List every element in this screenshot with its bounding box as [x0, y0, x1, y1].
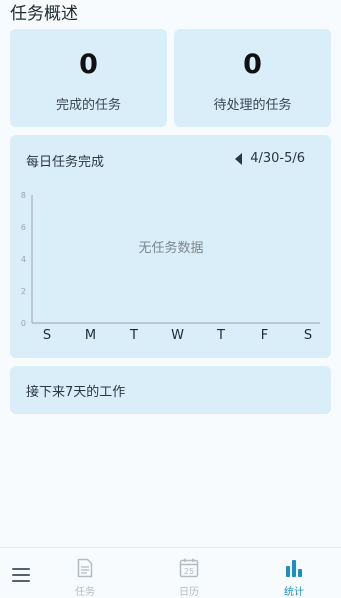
y-tick-label: 6 — [21, 223, 26, 232]
tab-tasks[interactable]: 任务 — [60, 558, 110, 598]
pending-tasks-count: 0 — [243, 49, 262, 80]
bar-chart-icon — [286, 560, 302, 577]
tab-statistics-label: 统计 — [284, 587, 304, 598]
page-title: 任务概述 — [10, 4, 78, 24]
menu-icon[interactable] — [12, 568, 30, 582]
y-tick-label: 4 — [21, 255, 26, 264]
daily-completion-chart: 0 2 4 6 8 S M T W T F S 无任务数据 — [21, 191, 320, 343]
y-axis-ticks: 0 2 4 6 8 — [21, 191, 26, 328]
x-tick-label: T — [129, 328, 138, 343]
next-7-days-card[interactable]: 接下来7天的工作 — [10, 366, 331, 414]
x-tick-label: S — [304, 328, 312, 343]
x-tick-label: T — [216, 328, 225, 343]
x-tick-label: W — [171, 328, 184, 343]
tab-calendar-label: 日历 — [179, 587, 199, 598]
completed-tasks-count: 0 — [79, 49, 98, 80]
bottom-navigation: 任务 25 日历 统计 — [0, 547, 341, 598]
calendar-icon: 25 — [179, 558, 199, 578]
document-icon — [77, 558, 93, 578]
x-tick-label: S — [43, 328, 51, 343]
calendar-day-number: 25 — [184, 567, 194, 576]
statistics-screen: 任务概述 0 完成的任务 0 待处理的任务 每日任务完成 4/30-5/6 02… — [0, 0, 341, 598]
tab-tasks-label: 任务 — [75, 587, 95, 598]
tab-statistics[interactable]: 统计 — [269, 558, 319, 598]
y-tick-label: 8 — [21, 191, 26, 200]
x-tick-label: M — [85, 328, 96, 343]
daily-completion-chart-card: 每日任务完成 4/30-5/6 02468 SMTWTFS 无任务数据 — [10, 135, 331, 358]
pending-tasks-card: 0 待处理的任务 — [174, 29, 331, 127]
tab-calendar[interactable]: 25 日历 — [164, 558, 214, 598]
completed-tasks-label: 完成的任务 — [55, 98, 121, 113]
y-tick-label: 2 — [21, 287, 26, 296]
y-tick-label: 0 — [21, 319, 26, 328]
chart-empty-message: 无任务数据 — [138, 240, 203, 256]
pending-tasks-label: 待处理的任务 — [213, 98, 292, 113]
x-axis-ticks: SMTWTFS — [43, 328, 312, 343]
next-7-days-label: 接下来7天的工作 — [26, 385, 126, 400]
completed-tasks-card: 0 完成的任务 — [10, 29, 167, 127]
x-tick-label: F — [261, 328, 268, 343]
